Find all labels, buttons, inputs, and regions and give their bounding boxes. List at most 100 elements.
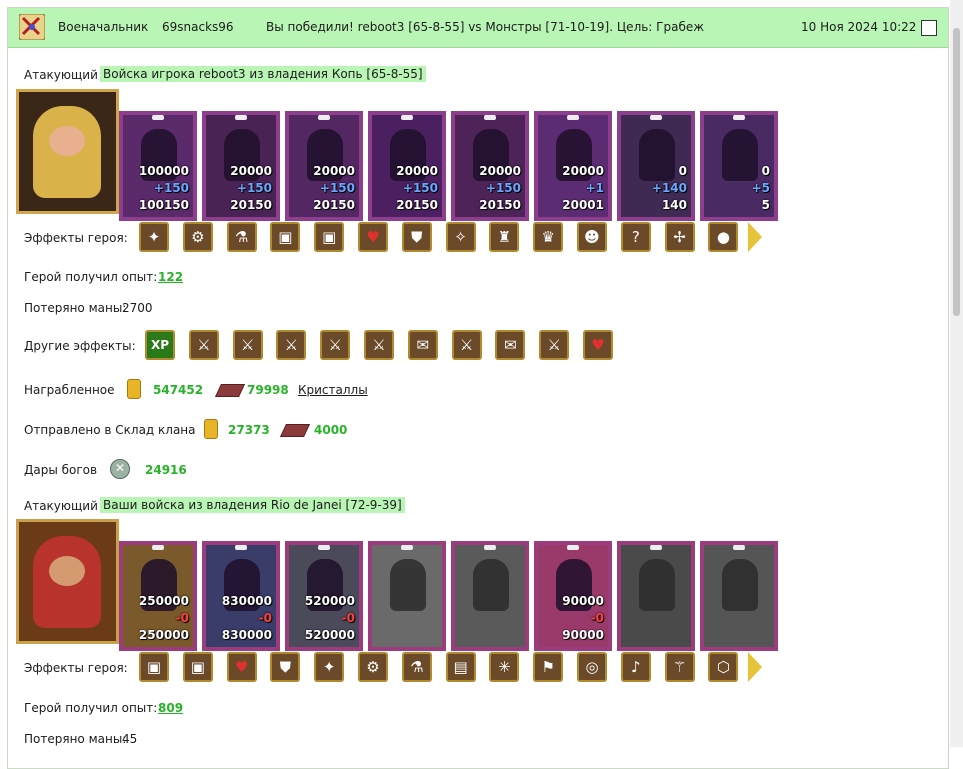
crystal-icon xyxy=(214,384,246,397)
unit-card[interactable] xyxy=(617,541,695,651)
gifts-value: 24916 xyxy=(145,463,187,477)
gifts-label: Дары богов xyxy=(24,463,98,477)
gold-orb-icon[interactable]: ● xyxy=(708,222,739,252)
battle-report-panel: Военачальник 69snacks96 Вы победили! reb… xyxy=(7,7,949,769)
clan-crystal: 4000 xyxy=(314,423,348,437)
mana-label-2: Потеряно маны: xyxy=(24,732,127,746)
unit-card[interactable]: 90000 -0 90000 xyxy=(534,541,612,651)
skull-icon xyxy=(235,115,247,120)
skull-icon xyxy=(567,115,579,120)
hero-portrait-2[interactable] xyxy=(16,519,119,644)
unit-card[interactable]: 20000 +150 20150 xyxy=(285,111,363,221)
unit-count-n3: 20001 xyxy=(562,198,604,212)
sword-heart-icon[interactable]: ♥ xyxy=(583,330,613,360)
heart-icon[interactable]: ♥ xyxy=(226,652,257,682)
sword-icon[interactable]: ⚔ xyxy=(188,330,219,360)
unit-count-n2: -0 xyxy=(258,611,272,625)
shield-icon[interactable]: ⛊ xyxy=(401,222,432,252)
armor-icon[interactable]: ⚙ xyxy=(182,222,213,252)
exp-value-link-2[interactable]: 809 xyxy=(158,701,183,715)
header-player: 69snacks96 xyxy=(162,20,234,34)
unit-card[interactable]: 20000 +150 20150 xyxy=(451,111,529,221)
unit-count-n2: +1 xyxy=(585,181,604,195)
unit-card[interactable]: 520000 -0 520000 xyxy=(285,541,363,651)
clan-label: Отправлено в Склад клана xyxy=(24,423,196,437)
sword-icon[interactable]: ⚔ xyxy=(539,330,570,360)
unit-card[interactable]: 20000 +150 20150 xyxy=(202,111,280,221)
report-header[interactable]: Военачальник 69snacks96 Вы победили! reb… xyxy=(8,8,948,48)
sword-icon[interactable]: ⚔ xyxy=(451,330,482,360)
unit-count-n1: 20000 xyxy=(230,164,272,178)
scroll-icon[interactable]: ✉ xyxy=(407,330,438,360)
gem-tree-icon[interactable]: ✦ xyxy=(139,222,169,252)
scrollbar-thumb[interactable] xyxy=(953,28,960,316)
other-effects-label: Другие эффекты: xyxy=(24,339,136,353)
attacker-label: Атакующий xyxy=(24,68,98,82)
ring-icon[interactable]: ◎ xyxy=(577,652,607,682)
unit-count-n1: 20000 xyxy=(562,164,604,178)
sword-icon[interactable]: ⚔ xyxy=(364,330,394,360)
potion-icon[interactable]: ⚗ xyxy=(401,652,432,682)
fire-chest-icon[interactable]: ▣ xyxy=(182,652,213,682)
unit-count-n1: 250000 xyxy=(138,594,189,608)
header-role: Военачальник xyxy=(58,20,149,34)
attacker-label-2: Атакующий xyxy=(24,499,98,513)
unit-card[interactable]: 100000 +150 100150 xyxy=(119,111,197,221)
skull-icon xyxy=(567,545,579,550)
heart-icon[interactable]: ♥ xyxy=(358,222,388,252)
rune-icon[interactable]: ⬡ xyxy=(708,652,739,682)
unit-card[interactable]: 20000 +1 20001 xyxy=(534,111,612,221)
exp-value-link[interactable]: 122 xyxy=(158,270,183,284)
effects-next-arrow[interactable] xyxy=(748,222,762,252)
unit-card[interactable]: 20000 +150 20150 xyxy=(368,111,446,221)
unit-card[interactable]: 830000 -0 830000 xyxy=(202,541,280,651)
unit-card[interactable] xyxy=(451,541,529,651)
potion-icon[interactable]: ⚗ xyxy=(226,222,257,252)
hero-face xyxy=(49,126,85,156)
unit-count-n3: 250000 xyxy=(138,628,189,642)
unit-card[interactable] xyxy=(700,541,778,651)
staff-icon[interactable]: ⚚ xyxy=(664,652,695,682)
unit-count-n2: -0 xyxy=(175,611,189,625)
sword-icon[interactable]: ⚔ xyxy=(276,330,307,360)
question-icon[interactable]: ? xyxy=(620,222,651,252)
skull-icon xyxy=(484,545,496,550)
compass-icon[interactable]: ✢ xyxy=(664,222,695,252)
xp-icon[interactable]: XP xyxy=(145,330,175,360)
unit-count-n2: -0 xyxy=(590,611,604,625)
hero-face xyxy=(49,556,85,586)
unit-card[interactable] xyxy=(368,541,446,651)
banner-icon[interactable]: ⚑ xyxy=(533,652,564,682)
sword-icon[interactable]: ⚔ xyxy=(232,330,263,360)
unit-count-n3: 20150 xyxy=(230,198,272,212)
wing-icon[interactable]: ✧ xyxy=(445,222,476,252)
totem-icon[interactable]: ♜ xyxy=(489,222,520,252)
unit-figure xyxy=(473,559,509,611)
crossed-swords-icon xyxy=(18,13,46,41)
gold-armor-icon[interactable]: ♛ xyxy=(533,222,564,252)
scroll-icon[interactable]: ✉ xyxy=(495,330,526,360)
effects-next-arrow-2[interactable] xyxy=(748,652,762,682)
horn-icon[interactable]: ♪ xyxy=(620,652,651,682)
unit-card[interactable]: 0 +140 140 xyxy=(617,111,695,221)
sword-icon[interactable]: ⚔ xyxy=(320,330,351,360)
unit-figure xyxy=(390,559,426,611)
skull-icon xyxy=(733,115,745,120)
barrel-icon[interactable]: ▤ xyxy=(445,652,476,682)
report-select-checkbox[interactable] xyxy=(921,20,937,36)
shield-icon[interactable]: ⛊ xyxy=(270,652,301,682)
unit-card[interactable]: 250000 -0 250000 xyxy=(119,541,197,651)
unit-figure xyxy=(639,129,675,181)
goblin-icon[interactable]: ☻ xyxy=(577,222,607,252)
crystals-link[interactable]: Кристаллы xyxy=(298,383,368,397)
armor-icon[interactable]: ⚙ xyxy=(358,652,388,682)
unit-card[interactable]: 0 +5 5 xyxy=(700,111,778,221)
fire-chest-icon[interactable]: ▣ xyxy=(314,222,345,252)
skull-icon xyxy=(650,545,662,550)
treasure-chest-icon[interactable]: ▣ xyxy=(270,222,301,252)
unit-count-n1: 0 xyxy=(761,164,770,178)
hero-portrait[interactable] xyxy=(16,89,119,214)
web-icon[interactable]: ✳ xyxy=(489,652,520,682)
treasure-chest-icon[interactable]: ▣ xyxy=(139,652,169,682)
gem-tree-icon[interactable]: ✦ xyxy=(314,652,345,682)
